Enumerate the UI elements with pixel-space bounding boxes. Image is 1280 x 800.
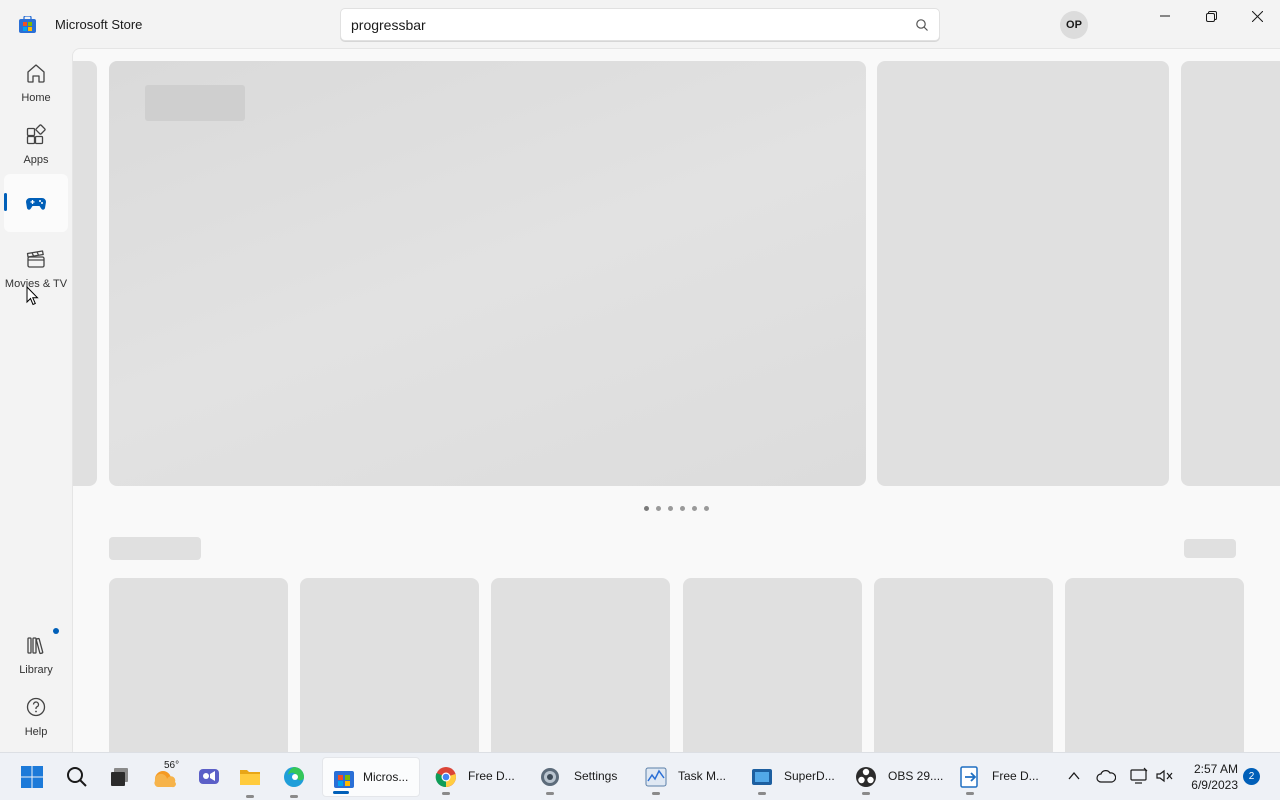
taskbar-app-task-manager[interactable]: Task M... (634, 757, 738, 797)
product-card-placeholder[interactable] (300, 578, 479, 752)
sidebar-item-label: Apps (23, 154, 49, 166)
help-icon (26, 697, 46, 717)
onedrive-icon[interactable] (1096, 767, 1116, 785)
product-card-placeholder[interactable] (683, 578, 862, 752)
running-indicator (290, 795, 298, 798)
taskbar-app-label: SuperD... (784, 769, 835, 783)
sidebar: Home Apps Movies & TV Library Help (0, 48, 72, 752)
taskbar-app-label: Free D... (468, 769, 515, 783)
search-input[interactable] (351, 9, 901, 40)
hero-card-previous[interactable] (73, 61, 97, 486)
taskbar-app-store[interactable]: Micros... (322, 757, 420, 797)
app-title: Microsoft Store (55, 17, 143, 32)
task-manager-icon (645, 767, 667, 787)
sidebar-item-home[interactable]: Home (4, 52, 68, 110)
taskbar-app-label: Micros... (363, 770, 409, 784)
sidebar-item-help[interactable]: Help (4, 686, 68, 744)
obs-icon (856, 767, 876, 787)
search-box[interactable] (340, 8, 940, 41)
product-card-placeholder[interactable] (874, 578, 1053, 752)
chrome-icon (435, 767, 456, 788)
taskbar-app-label: OBS 29.... (888, 769, 944, 783)
store-logo-icon (19, 16, 36, 33)
running-indicator (652, 792, 660, 795)
chevron-up-icon[interactable] (1066, 768, 1082, 784)
close-icon (1251, 10, 1263, 22)
taskbar-app-superd[interactable]: SuperD... (740, 757, 844, 797)
hero-card-main[interactable] (109, 61, 866, 486)
restore-button[interactable] (1188, 0, 1234, 32)
main-content (72, 48, 1280, 752)
hero-title-placeholder (145, 85, 245, 121)
free-d-icon (960, 766, 978, 788)
display-network-icon[interactable] (1129, 767, 1149, 785)
hero-card-secondary[interactable] (877, 61, 1169, 486)
product-card-placeholder[interactable] (491, 578, 670, 752)
home-icon (27, 64, 45, 83)
sidebar-item-label: Library (19, 664, 53, 676)
task-view-icon[interactable] (108, 765, 132, 789)
superd-icon (752, 769, 772, 785)
hero-card-next[interactable] (1181, 61, 1280, 486)
active-indicator (4, 193, 7, 211)
running-indicator (862, 792, 870, 795)
taskbar-app-free-d[interactable]: Free D... (948, 757, 1052, 797)
taskbar-app-obs[interactable]: OBS 29.... (844, 757, 948, 797)
library-update-badge (53, 628, 59, 634)
taskbar-app-chrome[interactable]: Free D... (424, 757, 528, 797)
taskbar-app-label: Free D... (992, 769, 1039, 783)
running-indicator (546, 792, 554, 795)
notification-count-badge[interactable]: 2 (1243, 768, 1260, 785)
minimize-button[interactable] (1142, 0, 1188, 32)
sidebar-item-gaming[interactable] (4, 174, 68, 232)
account-avatar[interactable]: OP (1060, 11, 1088, 39)
sidebar-item-apps[interactable]: Apps (4, 114, 68, 172)
store-icon (334, 771, 354, 788)
carousel-dot[interactable] (704, 506, 709, 511)
clapperboard-icon (26, 250, 45, 268)
weather-temperature: 56° (164, 760, 180, 771)
close-button[interactable] (1234, 0, 1280, 32)
sidebar-item-label: Home (21, 92, 51, 104)
gamepad-icon (26, 198, 46, 210)
taskbar-clock[interactable]: 2:57 AM 6/9/2023 (1182, 761, 1238, 793)
mouse-cursor-icon (26, 286, 39, 306)
carousel-dot[interactable] (668, 506, 673, 511)
title-bar: Microsoft Store OP (0, 0, 1280, 48)
speaker-muted-icon[interactable] (1155, 767, 1175, 785)
carousel-dot[interactable] (656, 506, 661, 511)
library-icon (27, 637, 44, 655)
running-indicator (246, 795, 254, 798)
sidebar-item-label: Help (24, 726, 48, 738)
apps-icon (26, 124, 46, 145)
taskbar-app-label: Settings (574, 769, 618, 783)
carousel-dot[interactable] (680, 506, 685, 511)
carousel-dot[interactable] (644, 506, 649, 511)
minimize-icon (1160, 15, 1170, 17)
see-all-placeholder[interactable] (1184, 539, 1236, 558)
clock-time: 2:57 AM (1193, 762, 1238, 776)
running-indicator (758, 792, 766, 795)
taskbar: 56° Micros... Free D... Settings Task M.… (0, 752, 1280, 800)
active-app-indicator (333, 791, 349, 794)
file-explorer-icon[interactable] (238, 765, 262, 789)
settings-icon (541, 768, 559, 786)
carousel-pager[interactable] (644, 506, 709, 512)
running-indicator (966, 792, 974, 795)
restore-icon (1205, 10, 1217, 22)
start-icon[interactable] (20, 765, 44, 789)
carousel-dot[interactable] (692, 506, 697, 511)
chat-icon[interactable] (197, 765, 221, 789)
section-title-placeholder (109, 537, 201, 560)
search-icon[interactable] (915, 18, 929, 32)
product-card-placeholder[interactable] (109, 578, 288, 752)
edge-icon[interactable] (282, 765, 306, 789)
search-icon[interactable] (65, 765, 89, 789)
clock-date: 6/9/2023 (1191, 778, 1238, 792)
running-indicator (442, 792, 450, 795)
taskbar-app-settings[interactable]: Settings (528, 757, 632, 797)
taskbar-app-label: Task M... (678, 769, 727, 783)
product-card-placeholder[interactable] (1065, 578, 1244, 752)
